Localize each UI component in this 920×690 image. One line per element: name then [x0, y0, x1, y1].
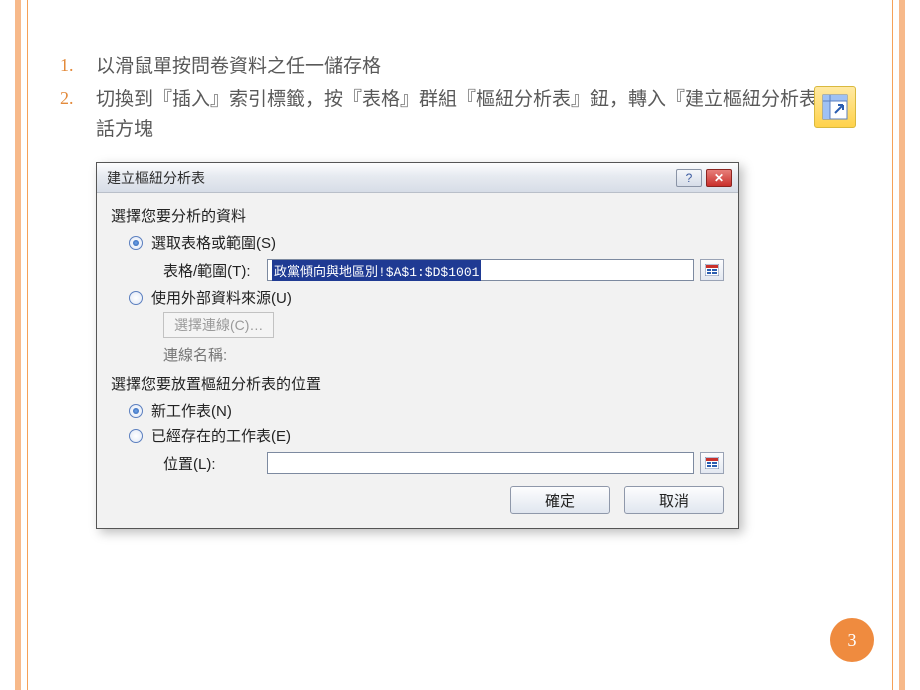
- close-button[interactable]: ✕: [706, 169, 732, 187]
- dialog-buttons: 確定 取消: [111, 486, 724, 514]
- step-text: 以滑鼠單按問卷資料之任一儲存格: [96, 56, 381, 77]
- ok-label: 確定: [545, 490, 575, 511]
- choose-connection-button: 選擇連線(C)…: [163, 312, 274, 338]
- page-number: 3: [848, 630, 857, 651]
- section-placement: 選擇您要放置樞紐分析表的位置: [111, 373, 724, 394]
- radio-icon: [129, 291, 143, 305]
- slide-content: 以滑鼠單按問卷資料之任一儲存格 切換到『插入』索引標籤，按『表格』群組『樞紐分析…: [60, 52, 860, 529]
- range-label: 表格/範圍(T):: [163, 260, 267, 281]
- range-input[interactable]: 政黨傾向與地區別!$A$1:$D$1001: [267, 259, 694, 281]
- radio-icon: [129, 429, 143, 443]
- connection-name-label: 連線名稱:: [163, 344, 724, 365]
- pivot-dialog: 建立樞紐分析表 ? ✕ 選擇您要分析的資料 選取表格或範圍(S) 表格/範圍(T…: [96, 162, 739, 529]
- location-row: 位置(L):: [163, 452, 724, 474]
- section-data-source: 選擇您要分析的資料: [111, 205, 724, 226]
- option-label: 選取表格或範圍(S): [151, 232, 276, 253]
- step-item: 切換到『插入』索引標籤，按『表格』群組『樞紐分析表』鈕，轉入『建立樞紐分析表』對…: [60, 85, 860, 144]
- range-value: 政黨傾向與地區別!$A$1:$D$1001: [272, 260, 481, 281]
- step-text: 切換到『插入』索引標籤，按『表格』群組『樞紐分析表』鈕，轉入『建立樞紐分析表』對…: [96, 89, 856, 139]
- option-external-source[interactable]: 使用外部資料來源(U): [129, 287, 724, 308]
- dialog-title: 建立樞紐分析表: [107, 168, 672, 188]
- option-label: 已經存在的工作表(E): [151, 425, 291, 446]
- cancel-label: 取消: [659, 490, 689, 511]
- location-label: 位置(L):: [163, 453, 267, 474]
- dialog-titlebar: 建立樞紐分析表 ? ✕: [97, 163, 738, 193]
- step-item: 以滑鼠單按問卷資料之任一儲存格: [60, 52, 860, 81]
- option-existing-sheet[interactable]: 已經存在的工作表(E): [129, 425, 724, 446]
- radio-icon: [129, 404, 143, 418]
- option-label: 使用外部資料來源(U): [151, 287, 292, 308]
- location-input[interactable]: [267, 452, 694, 474]
- help-button[interactable]: ?: [676, 169, 702, 187]
- range-picker-button[interactable]: [700, 259, 724, 281]
- option-select-range[interactable]: 選取表格或範圍(S): [129, 232, 724, 253]
- dialog-body: 選擇您要分析的資料 選取表格或範圍(S) 表格/範圍(T): 政黨傾向與地區別!…: [97, 193, 738, 528]
- ok-button[interactable]: 確定: [510, 486, 610, 514]
- option-label: 新工作表(N): [151, 400, 232, 421]
- option-new-sheet[interactable]: 新工作表(N): [129, 400, 724, 421]
- page-number-badge: 3: [830, 618, 874, 662]
- location-picker-button[interactable]: [700, 452, 724, 474]
- pivot-table-ribbon-icon: [814, 86, 856, 128]
- cancel-button[interactable]: 取消: [624, 486, 724, 514]
- radio-icon: [129, 236, 143, 250]
- range-row: 表格/範圍(T): 政黨傾向與地區別!$A$1:$D$1001: [163, 259, 724, 281]
- step-list: 以滑鼠單按問卷資料之任一儲存格 切換到『插入』索引標籤，按『表格』群組『樞紐分析…: [60, 52, 860, 144]
